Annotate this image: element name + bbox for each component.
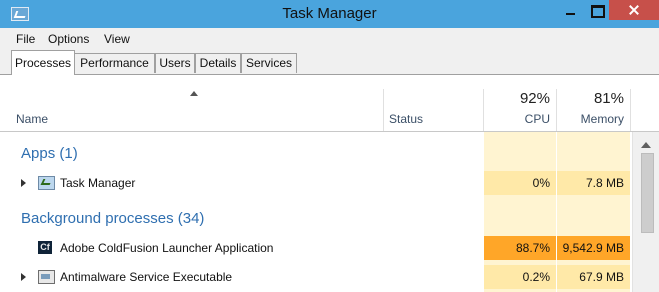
process-name: Antimalware Service Executable [60,270,233,284]
maximize-button[interactable] [582,0,612,20]
tab-details[interactable]: Details [195,53,241,73]
group-apps-header: Apps (1) [21,145,78,162]
column-divider[interactable] [483,89,484,131]
memory-value: 67.9 MB [579,270,624,284]
vertical-scrollbar[interactable] [632,132,659,292]
title-bar[interactable]: Task Manager [0,0,659,28]
memory-value: 9,542.9 MB [562,241,624,255]
group-background-header: Background processes (34) [21,210,205,227]
process-name: Adobe ColdFusion Launcher Application [60,241,274,255]
coldfusion-icon: Cf [38,241,52,254]
menu-options[interactable]: Options [48,32,89,46]
cpu-cell: 0.2% [484,265,556,289]
column-cpu[interactable]: CPU [490,112,550,126]
column-header: Name Status 92% CPU 81% Memory [0,75,659,132]
tab-strip: Processes Performance Users Details Serv… [0,50,659,75]
close-button[interactable] [609,0,659,20]
process-name: Task Manager [60,176,136,190]
cpu-value: 88.7% [515,241,550,255]
memory-cell: 7.8 MB [557,171,630,195]
column-divider[interactable] [383,89,384,131]
task-manager-window: Task Manager File Options View Processes… [0,0,659,292]
memory-cell: 67.9 MB [557,265,630,289]
minimize-button[interactable] [555,0,585,20]
scroll-thumb[interactable] [641,153,654,233]
tab-processes[interactable]: Processes [11,50,75,75]
column-divider[interactable] [630,89,631,131]
process-row-task-manager[interactable]: Task Manager 0% 7.8 MB [0,171,632,195]
task-manager-icon [38,176,55,190]
cpu-value: 0.2% [522,270,550,284]
menu-view[interactable]: View [104,32,130,46]
cpu-total-percent[interactable]: 92% [490,90,550,107]
expand-arrow-icon[interactable] [21,179,26,187]
column-divider[interactable] [556,89,557,131]
cpu-cell: 88.7% [484,236,556,260]
cpu-cell: 0% [484,171,556,195]
tab-performance[interactable]: Performance [74,53,155,73]
expand-arrow-icon[interactable] [21,273,26,281]
tab-users[interactable]: Users [155,53,195,73]
column-status[interactable]: Status [389,112,423,126]
sort-ascending-icon [190,91,198,96]
process-row-coldfusion[interactable]: Cf Adobe ColdFusion Launcher Application… [0,236,632,260]
scroll-up-arrow-icon[interactable] [641,142,651,148]
memory-total-percent[interactable]: 81% [562,90,624,107]
menu-bar: File Options View [0,28,659,50]
menu-file[interactable]: File [16,32,35,46]
process-row-antimalware[interactable]: Antimalware Service Executable 0.2% 67.9… [0,265,632,289]
column-memory[interactable]: Memory [562,112,624,126]
column-name[interactable]: Name [16,112,48,126]
tab-services[interactable]: Services [241,53,297,73]
cpu-value: 0% [532,176,550,190]
memory-cell: 9,542.9 MB [557,236,630,260]
memory-value: 7.8 MB [585,176,624,190]
service-icon [38,270,55,284]
